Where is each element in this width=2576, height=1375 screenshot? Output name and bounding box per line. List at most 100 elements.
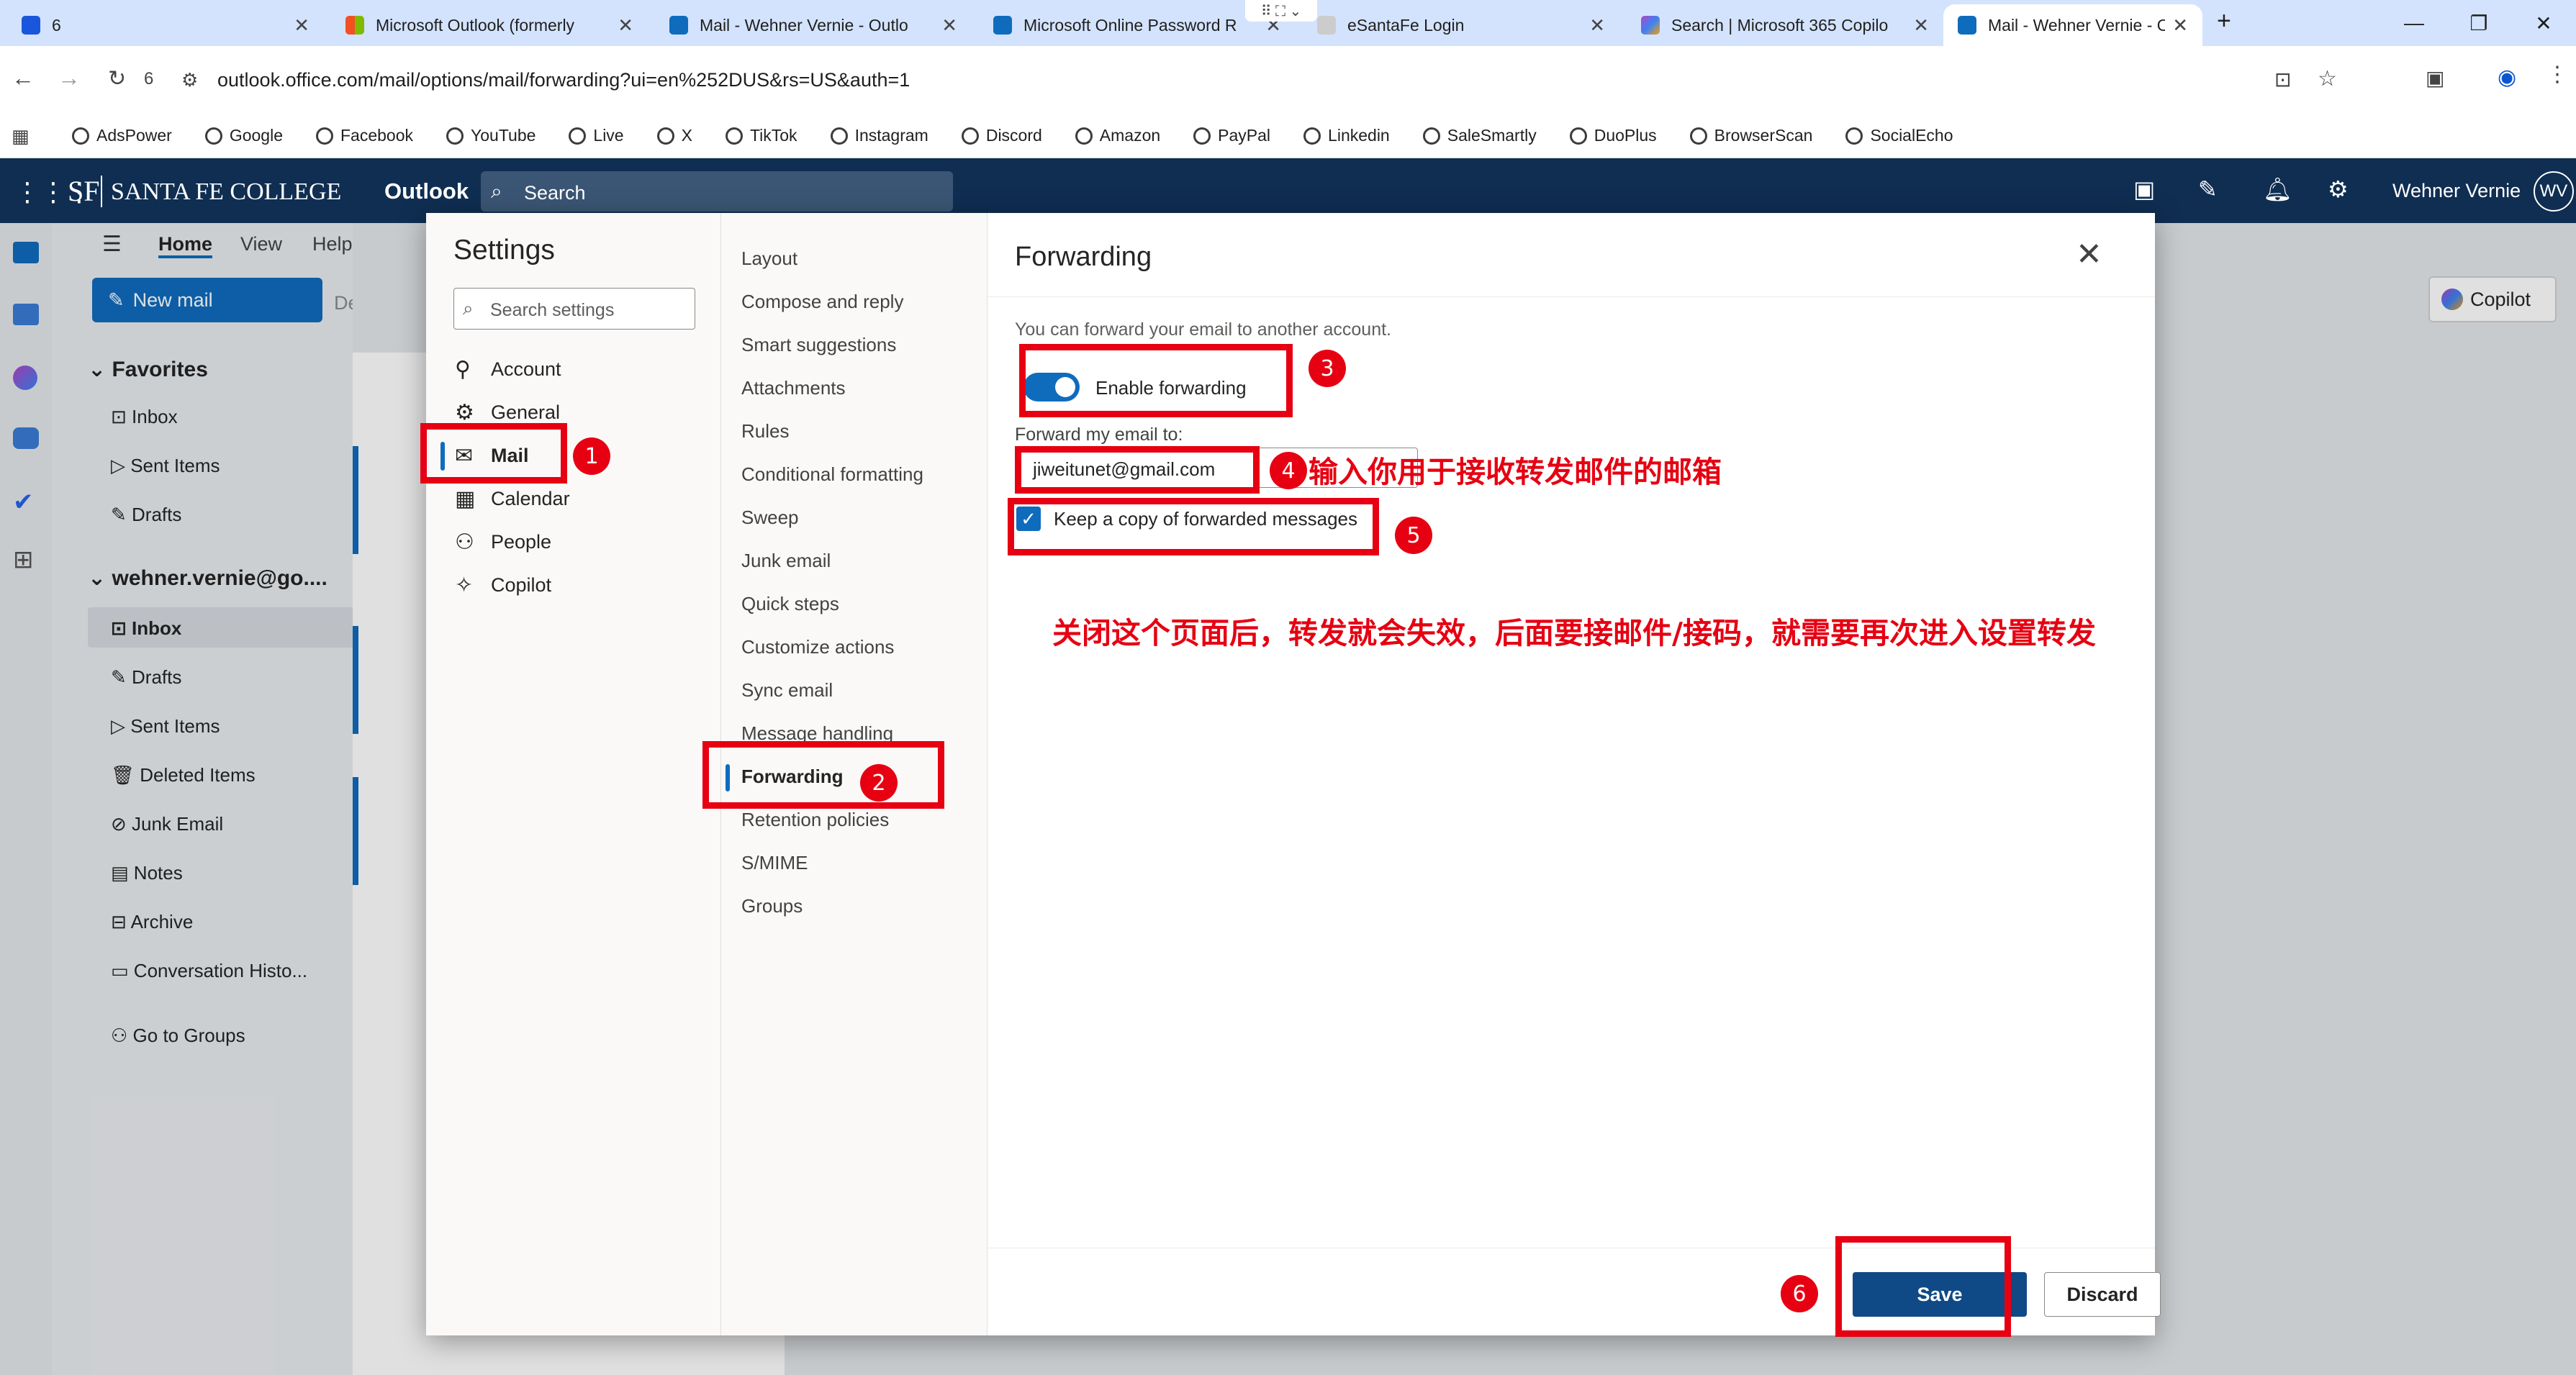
logo-divider [101,176,102,207]
subnav-retention-policies[interactable]: Retention policies [741,809,889,831]
subnav-compose-reply[interactable]: Compose and reply [741,291,903,313]
gear-icon[interactable]: ⚙ [2328,176,2349,203]
bookmark-item[interactable]: AdsPower [72,126,172,145]
bookmark-item[interactable]: YouTube [446,126,535,145]
bookmark-item[interactable]: SocialEcho [1845,126,1953,145]
close-icon[interactable]: ✕ [941,14,957,37]
tab-title: Mail - Wehner Vernie - Outlo [700,15,908,35]
subnav-attachments[interactable]: Attachments [741,377,846,399]
settings-nav-people[interactable]: ⚇ People [455,530,551,554]
user-name[interactable]: Wehner Vernie [2392,180,2521,202]
avatar[interactable]: WV [2534,171,2574,212]
subnav-rules[interactable]: Rules [741,420,789,443]
close-icon[interactable]: ✕ [618,14,633,37]
settings-nav-account[interactable]: ⚲ Account [455,357,561,381]
tab-title: Search | Microsoft 365 Copilo [1671,15,1889,35]
bookmark-item[interactable]: Facebook [316,126,413,145]
bookmark-item[interactable]: TikTok [725,126,797,145]
browser-tab[interactable]: eSantaFe Login ✕ [1303,4,1619,46]
globe-icon [1845,127,1863,145]
globe-icon [656,127,674,145]
browser-tab[interactable]: Microsoft Outlook (formerly ✕ [331,4,648,46]
bookmark-item[interactable]: BrowserScan [1689,126,1812,145]
app-name[interactable]: Outlook [384,178,469,204]
subnav-smart-suggestions[interactable]: Smart suggestions [741,334,896,356]
subnav-conditional-formatting[interactable]: Conditional formatting [741,463,923,486]
address-field[interactable]: ⚙ outlook.office.com/mail/options/mail/f… [173,56,2375,104]
subnav-quick-steps[interactable]: Quick steps [741,593,839,615]
subnav-sync-email[interactable]: Sync email [741,679,833,702]
bookmark-item[interactable]: Instagram [830,126,928,145]
close-icon[interactable]: ✕ [1913,14,1929,37]
tab-title: eSantaFe Login [1347,15,1465,35]
settings-nav: Settings ⌕ Search settings ⚲ Account ⚙ Gen… [426,213,721,1335]
settings-search-input[interactable]: ⌕ Search settings [453,288,695,330]
bookmark-item[interactable]: Discord [961,126,1042,145]
browser-tab-bar: 6 ✕ Microsoft Outlook (formerly ✕ Mail -… [0,0,2576,46]
reload-icon[interactable]: ↻ [108,66,126,91]
back-icon[interactable]: ← [12,65,35,91]
calendar-icon: ▦ [455,487,476,511]
browser-tab[interactable]: Search | Microsoft 365 Copilo ✕ [1627,4,1943,46]
close-icon[interactable]: ✕ [2172,14,2188,37]
description-text: You can forward your email to another ac… [1015,319,1391,340]
tab-title: Microsoft Outlook (formerly [376,15,575,35]
outlook-search[interactable]: ⌕ Search [481,171,953,212]
browser-tab[interactable]: Mail - Wehner Vernie - Outlo ✕ [655,4,972,46]
teams-icon[interactable]: ▣ [2133,176,2155,203]
annotation-badge: 5 [1395,517,1432,554]
globe-icon [1193,127,1211,145]
annotation-box-toggle [1019,344,1293,417]
browser-toolbar: ← → ↻ 6 ⚙ outlook.office.com/mail/option… [0,46,2576,114]
subnav-sweep[interactable]: Sweep [741,507,799,529]
bookmark-item[interactable]: SaleSmartly [1422,126,1537,145]
close-icon[interactable]: ✕ [294,14,309,37]
bookmark-item[interactable]: Google [204,126,283,145]
subnav-groups[interactable]: Groups [741,895,803,917]
globe-icon [316,127,333,145]
install-icon[interactable]: ⊡ [2274,68,2291,91]
globe-icon [1422,127,1440,145]
settings-nav-general[interactable]: ⚙ General [455,400,560,425]
globe-icon [569,127,587,145]
tab-title: Mail - Wehner Vernie - Outlo [1988,15,2166,35]
close-window-icon[interactable]: ✕ [2511,0,2576,46]
settings-nav-copilot[interactable]: ✧ Copilot [455,573,551,597]
bookmark-item[interactable]: Amazon [1075,126,1160,145]
subnav-layout[interactable]: Layout [741,248,797,270]
bookmark-item[interactable]: Live [569,126,624,145]
bookmark-item[interactable]: DuoPlus [1569,126,1657,145]
new-tab-icon[interactable]: + [2217,7,2231,35]
settings-nav-calendar[interactable]: ▦ Calendar [455,486,570,511]
annotation-badge: 1 [573,437,610,475]
forward-icon[interactable]: → [58,65,81,91]
profile-icon[interactable]: ◉ [2498,65,2516,90]
url-text[interactable]: outlook.office.com/mail/options/mail/for… [217,69,910,91]
annotation-box-email-input [1015,446,1260,494]
close-icon[interactable]: ✕ [2076,236,2102,273]
browser-tab-active[interactable]: Mail - Wehner Vernie - Outlo ✕ [1943,4,2202,46]
globe-icon [1569,127,1587,145]
bookmark-item[interactable]: PayPal [1193,126,1270,145]
forward-to-label: Forward my email to: [1015,425,1183,445]
restore-icon[interactable]: ❐ [2446,0,2511,46]
annotation-box-save [1835,1236,2011,1337]
bell-icon[interactable]: 🔔︎ [2263,176,2292,203]
bookmark-star-icon[interactable]: ☆ [2318,66,2337,91]
discard-button[interactable]: Discard [2044,1272,2161,1317]
subnav-customize-actions[interactable]: Customize actions [741,636,894,658]
side-panel-icon[interactable]: ▣ [2426,66,2444,90]
more-menu-icon[interactable]: ⋮ [2546,62,2568,87]
annotation-note-email: 输入你用于接收转发邮件的邮箱 [1309,455,1722,489]
subnav-junk-email[interactable]: Junk email [741,550,831,572]
bookmark-item[interactable]: X [656,126,692,145]
site-info-icon[interactable]: ⚙ [181,69,198,91]
subnav-smime[interactable]: S/MIME [741,852,808,874]
browser-tab[interactable]: 6 ✕ [7,4,324,46]
apps-grid-icon[interactable]: ▦ [12,125,30,148]
bookmark-item[interactable]: Linkedin [1303,126,1390,145]
close-icon[interactable]: ✕ [1589,14,1605,37]
drag-handle-icon[interactable]: ⠿ ⛶ ⌄ [1245,0,1317,22]
minimize-icon[interactable]: — [2382,0,2446,46]
notes-icon[interactable]: ✎ [2198,176,2218,203]
